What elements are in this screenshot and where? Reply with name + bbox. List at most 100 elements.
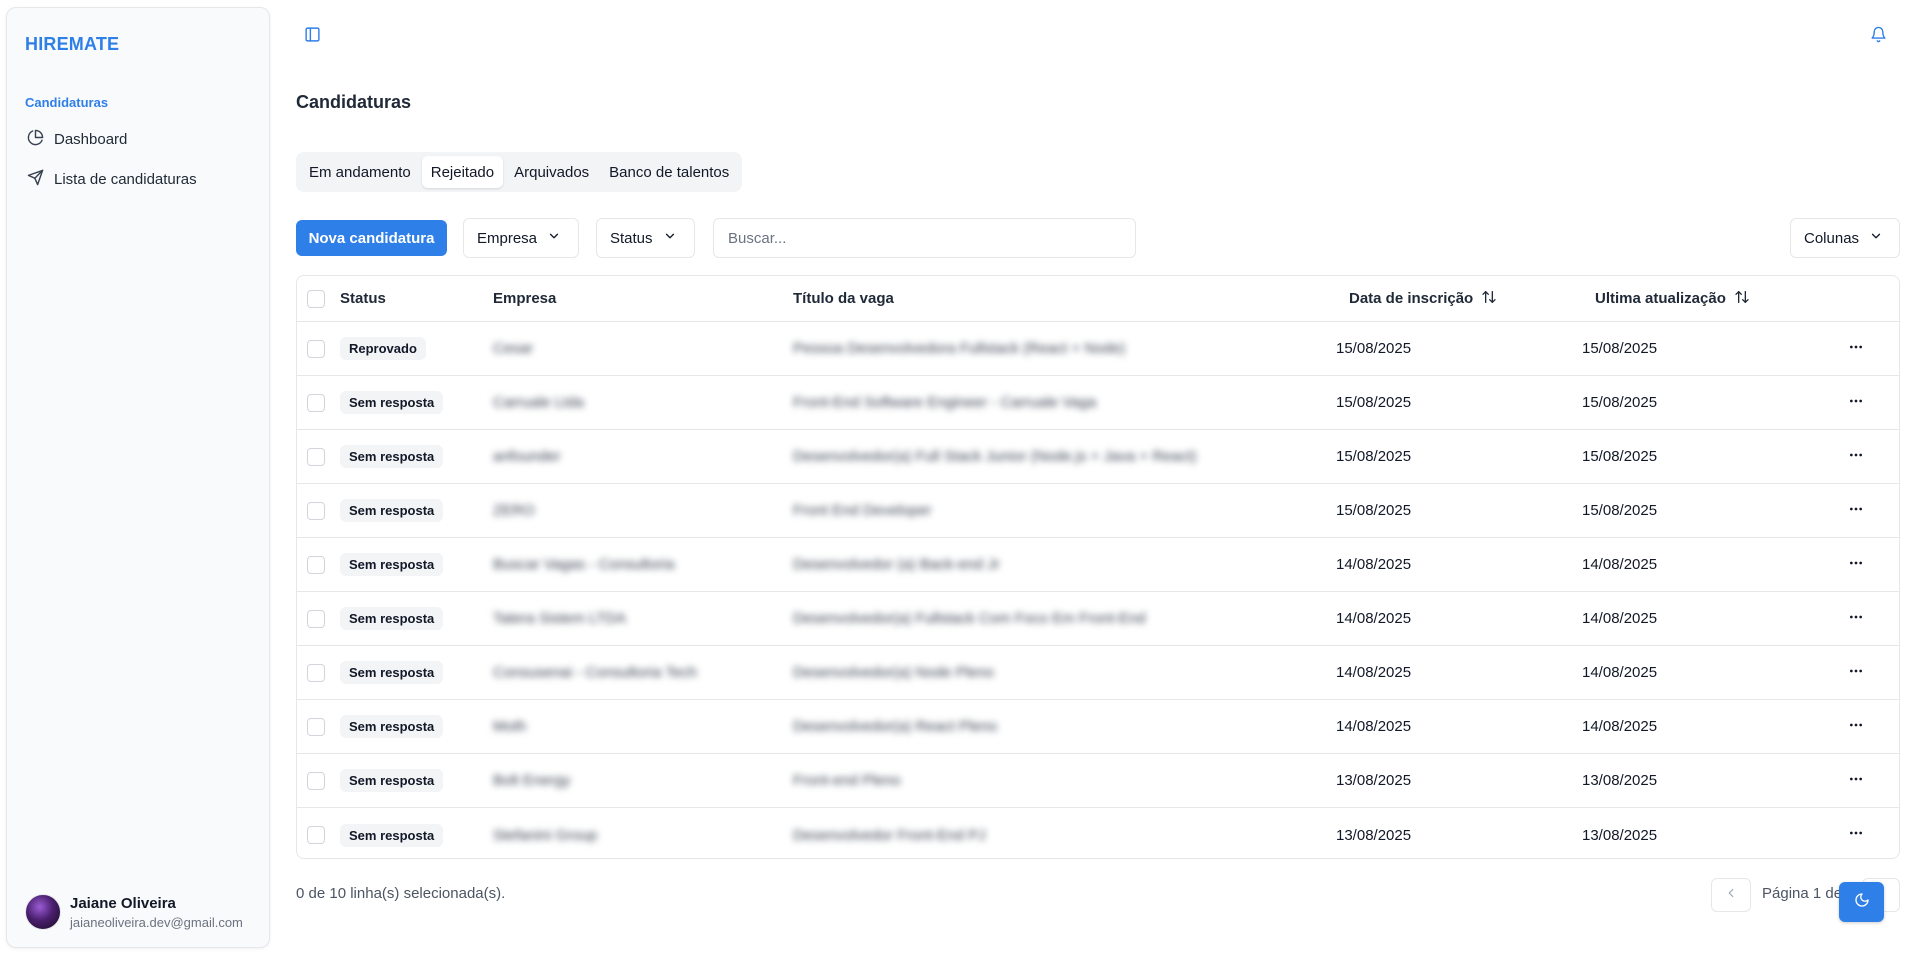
company-cell: Stefanini Group: [493, 826, 598, 844]
job-title-cell: Front End Developer: [793, 502, 932, 519]
send-icon: [27, 169, 44, 190]
updated-date-cell: 14/08/2025: [1582, 556, 1658, 573]
status-badge: Sem resposta: [340, 715, 444, 738]
row-checkbox[interactable]: [307, 826, 325, 844]
table-row[interactable]: Sem resposta anfounder Desenvolvedor(a) …: [297, 430, 1899, 484]
user-email: jaianeoliveira.dev@gmail.com: [70, 914, 243, 930]
header-applied-date-sort[interactable]: Data de inscrição: [1349, 276, 1497, 321]
status-badge: Sem resposta: [340, 607, 444, 630]
table-row[interactable]: Sem resposta ZERO Front End Developer 15…: [297, 484, 1899, 538]
user-profile[interactable]: Jaiane Oliveira jaianeoliveira.dev@gmail…: [25, 894, 243, 930]
previous-page-button[interactable]: [1711, 878, 1751, 912]
row-actions-button[interactable]: [1842, 713, 1870, 741]
search-input[interactable]: [713, 218, 1136, 258]
updated-date-cell: 15/08/2025: [1582, 502, 1658, 519]
row-actions-button[interactable]: [1842, 659, 1870, 687]
tab-rejeitado[interactable]: Rejeitado: [421, 156, 504, 188]
row-checkbox[interactable]: [307, 555, 325, 574]
table-row[interactable]: Sem resposta Bolt Energy Front-end Pleno…: [297, 754, 1899, 808]
applied-date-cell: 15/08/2025: [1336, 448, 1412, 465]
more-horizontal-icon: [1848, 393, 1864, 413]
status-badge: Reprovado: [340, 337, 426, 360]
theme-toggle-button[interactable]: [1839, 882, 1884, 922]
row-actions-button[interactable]: [1842, 443, 1870, 471]
status-badge: Sem resposta: [340, 661, 444, 684]
table-row[interactable]: Sem resposta Moth Desenvolvedor(a) React…: [297, 700, 1899, 754]
row-actions-button[interactable]: [1842, 821, 1870, 849]
notifications-button[interactable]: [1866, 25, 1890, 49]
updated-date-cell: 15/08/2025: [1582, 448, 1658, 465]
row-checkbox[interactable]: [307, 609, 325, 628]
header-updated-label: Ultima atualização: [1595, 290, 1726, 307]
sort-icon: [1734, 289, 1750, 309]
updated-date-cell: 13/08/2025: [1582, 772, 1658, 789]
moon-icon: [1854, 892, 1870, 913]
more-horizontal-icon: [1848, 717, 1864, 737]
header-job-title: Título da vaga: [793, 290, 894, 307]
brand-logo[interactable]: HIREMATE: [25, 34, 119, 55]
more-horizontal-icon: [1848, 771, 1864, 791]
table-row[interactable]: Sem resposta Stefanini Group Desenvolved…: [297, 808, 1899, 858]
row-actions-button[interactable]: [1842, 389, 1870, 417]
row-checkbox[interactable]: [307, 501, 325, 520]
select-all-checkbox[interactable]: [307, 289, 325, 308]
status-filter-button[interactable]: Status: [596, 218, 695, 258]
more-horizontal-icon: [1848, 501, 1864, 521]
table-row[interactable]: Sem resposta Buscar Vagas - Consultoria …: [297, 538, 1899, 592]
more-horizontal-icon: [1848, 447, 1864, 467]
applied-date-cell: 15/08/2025: [1336, 394, 1412, 411]
avatar: [25, 894, 61, 930]
row-checkbox[interactable]: [307, 447, 325, 466]
updated-date-cell: 15/08/2025: [1582, 394, 1658, 411]
row-checkbox[interactable]: [307, 393, 325, 412]
sort-icon: [1481, 289, 1497, 309]
chevron-left-icon: [1724, 886, 1738, 905]
tab-banco-de-talentos[interactable]: Banco de talentos: [600, 156, 738, 188]
company-cell: Moth: [493, 718, 527, 735]
pie-chart-icon: [27, 129, 44, 150]
job-title-cell: Desenvolvedor (a) Back-end Jr: [793, 556, 1000, 573]
table-row[interactable]: Sem resposta Consusenai - Consultoria Te…: [297, 646, 1899, 700]
table-row[interactable]: Sem resposta Tatera Sistem LTDA Desenvol…: [297, 592, 1899, 646]
applied-date-cell: 14/08/2025: [1336, 610, 1412, 627]
header-applied-label: Data de inscrição: [1349, 290, 1474, 307]
company-cell: Cesar: [493, 340, 534, 357]
row-actions-button[interactable]: [1842, 605, 1870, 633]
header-status: Status: [340, 290, 386, 307]
row-checkbox[interactable]: [307, 339, 325, 358]
company-cell: Bolt Energy: [493, 772, 571, 789]
row-actions-button[interactable]: [1842, 497, 1870, 525]
row-actions-button[interactable]: [1842, 335, 1870, 363]
status-badge: Sem resposta: [340, 553, 444, 576]
row-actions-button[interactable]: [1842, 551, 1870, 579]
applications-table: Status Empresa Título da vaga Data de in…: [296, 275, 1900, 859]
row-checkbox[interactable]: [307, 771, 325, 790]
tab-em-andamento[interactable]: Em andamento: [300, 156, 420, 188]
sidebar-section-label: Candidaturas: [25, 95, 109, 110]
table-row[interactable]: Reprovado Cesar Pessoa Desenvolvedora Fu…: [297, 322, 1899, 376]
row-checkbox[interactable]: [307, 717, 325, 736]
tab-arquivados[interactable]: Arquivados: [505, 156, 598, 188]
status-badge: Sem resposta: [340, 823, 444, 847]
sidebar-item-lista-candidaturas[interactable]: Lista de candidaturas: [23, 163, 253, 195]
columns-button[interactable]: Colunas: [1790, 218, 1900, 258]
chevron-down-icon: [663, 229, 677, 247]
row-actions-button[interactable]: [1842, 767, 1870, 795]
sidebar-toggle-button[interactable]: [300, 25, 324, 49]
job-title-cell: Desenvolvedor(a) Node Pleno: [793, 664, 994, 681]
new-application-button[interactable]: Nova candidatura: [296, 220, 447, 256]
app: HIREMATE Candidaturas Dashboard Lista de…: [0, 0, 1907, 957]
page-title: Candidaturas: [296, 92, 412, 112]
company-cell: anfounder: [493, 448, 561, 465]
job-title-cell: Desenvolvedor(a) Fullstack Com Foco Em F…: [793, 610, 1146, 627]
header-updated-date-sort[interactable]: Ultima atualização: [1595, 276, 1750, 321]
company-filter-button[interactable]: Empresa: [463, 218, 579, 258]
user-name: Jaiane Oliveira: [70, 894, 176, 912]
columns-label: Colunas: [1804, 229, 1860, 247]
company-cell: Buscar Vagas - Consultoria: [493, 556, 675, 573]
table-row[interactable]: Sem resposta Carruale Ltda Front-End Sof…: [297, 376, 1899, 430]
sidebar-item-dashboard[interactable]: Dashboard: [23, 123, 253, 155]
job-title-cell: Front-End Software Engineer - Carruale V…: [793, 394, 1097, 411]
row-checkbox[interactable]: [307, 663, 325, 682]
more-horizontal-icon: [1848, 339, 1864, 359]
